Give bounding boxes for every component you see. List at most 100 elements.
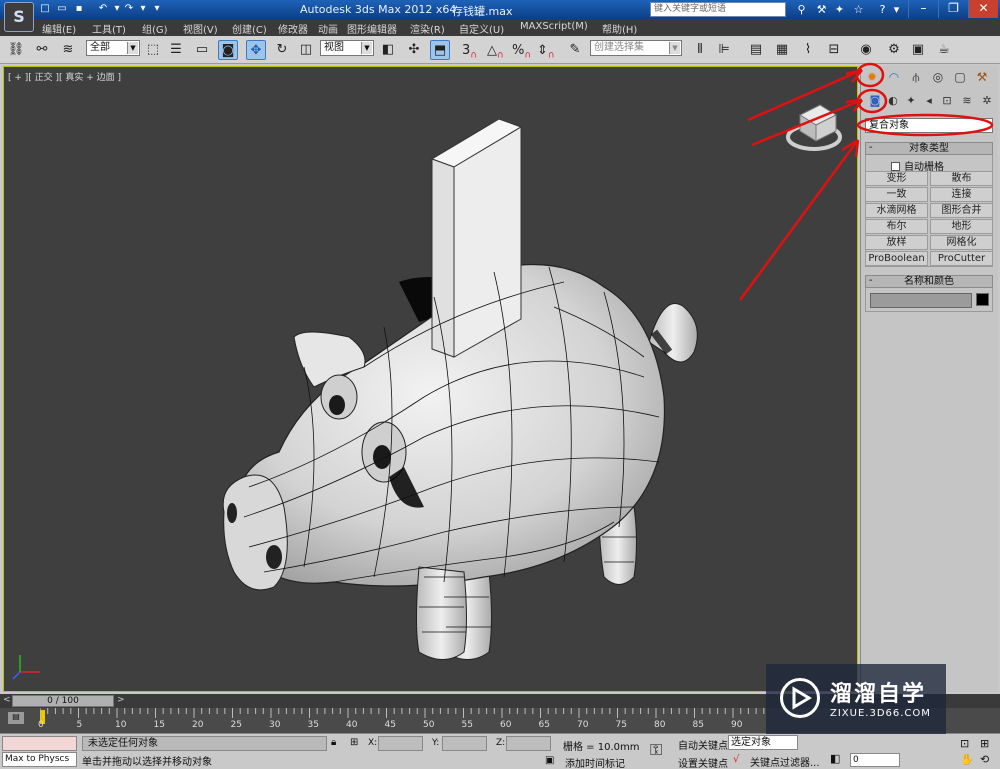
- morph-button[interactable]: 变形: [865, 171, 928, 186]
- conform-button[interactable]: 一致: [865, 187, 928, 202]
- hierarchy-tab-icon[interactable]: ⫛: [907, 69, 925, 86]
- favorites-icon[interactable]: ☆: [851, 2, 866, 17]
- current-frame-input[interactable]: 0: [850, 753, 900, 767]
- snaps-toggle-icon[interactable]: 3∩: [462, 43, 477, 61]
- reference-coord-dropdown[interactable]: 视图 ▼: [320, 40, 374, 56]
- menu-animation[interactable]: 动画: [318, 21, 338, 36]
- percent-snap-icon[interactable]: %∩: [512, 43, 531, 61]
- help-dropdown-icon[interactable]: ▾: [889, 2, 904, 17]
- layer-manager-icon[interactable]: ▤: [746, 40, 766, 60]
- render-setup-icon[interactable]: ⚙: [884, 40, 904, 60]
- maxscript-output[interactable]: Max to Physcs: [2, 752, 77, 767]
- help-icon[interactable]: ?: [875, 2, 890, 17]
- material-editor-icon[interactable]: ◉: [856, 40, 876, 60]
- lights-icon[interactable]: ✦: [903, 93, 919, 108]
- redo-dropdown-icon[interactable]: ▾: [136, 2, 150, 16]
- category-dropdown[interactable]: 复合对象: [865, 118, 993, 133]
- absolute-mode-icon[interactable]: ⊞: [350, 737, 358, 748]
- edit-named-selection-icon[interactable]: ✎: [565, 40, 585, 60]
- time-config-icon[interactable]: ◧: [830, 752, 840, 765]
- menu-create[interactable]: 创建(C): [232, 21, 267, 36]
- minimize-button[interactable]: –: [908, 0, 938, 18]
- cameras-icon[interactable]: ◂: [921, 93, 937, 108]
- modify-tab-icon[interactable]: ◠: [885, 69, 903, 86]
- scatter-button[interactable]: 散布: [930, 171, 993, 186]
- systems-icon[interactable]: ✲: [979, 93, 995, 108]
- menu-modifiers[interactable]: 修改器: [278, 21, 308, 36]
- shapes-icon[interactable]: ◐: [885, 93, 901, 108]
- object-color-swatch[interactable]: [976, 293, 989, 306]
- orbit-icon[interactable]: ⟲: [980, 753, 989, 766]
- connect-button[interactable]: 连接: [930, 187, 993, 202]
- align-icon[interactable]: ⊫: [714, 40, 734, 60]
- menu-maxscript[interactable]: MAXScript(M): [520, 21, 588, 32]
- terrain-button[interactable]: 地形: [930, 219, 993, 234]
- object-type-rollout-title[interactable]: - 对象类型: [865, 142, 993, 155]
- spinner-snap-icon[interactable]: ⇕∩: [537, 43, 555, 61]
- key-filters-button[interactable]: 关键点过滤器...: [750, 754, 820, 769]
- rendered-frame-window-icon[interactable]: ▣: [908, 40, 928, 60]
- menu-rendering[interactable]: 渲染(R): [410, 21, 445, 36]
- binoculars-icon[interactable]: ⚲: [794, 2, 809, 17]
- space-warps-icon[interactable]: ≋: [959, 93, 975, 108]
- select-and-rotate-icon[interactable]: ↻: [272, 40, 292, 60]
- utilities-tab-icon[interactable]: ⚒: [973, 69, 991, 86]
- create-tab-icon[interactable]: ✹: [863, 69, 881, 86]
- help-search-input[interactable]: 键入关键字或短语: [650, 2, 786, 17]
- time-slider-thumb[interactable]: 0 / 100: [12, 695, 114, 707]
- display-tab-icon[interactable]: ▢: [951, 69, 969, 86]
- key-mode-dropdown[interactable]: 选定对象: [728, 735, 798, 750]
- selection-filter-dropdown[interactable]: 全部 ▼: [86, 40, 140, 56]
- menu-views[interactable]: 视图(V): [183, 21, 218, 36]
- window-crossing-icon[interactable]: ◙: [218, 40, 238, 60]
- time-tag-icon[interactable]: ▣: [545, 755, 554, 766]
- set-key-button[interactable]: 设置关键点: [678, 755, 728, 769]
- keyboard-shortcut-override-icon[interactable]: ⬒: [430, 40, 450, 60]
- named-selection-dropdown[interactable]: 创建选择集 ▼: [590, 40, 682, 56]
- open-file-icon[interactable]: ▭: [55, 2, 69, 16]
- undo-icon[interactable]: ↶: [96, 2, 110, 16]
- angle-snap-icon[interactable]: △∩: [487, 43, 504, 61]
- boolean-button[interactable]: 布尔: [865, 219, 928, 234]
- select-and-scale-icon[interactable]: ◫: [296, 40, 316, 60]
- select-and-manipulate-icon[interactable]: ✣: [404, 40, 424, 60]
- procutter-button[interactable]: ProCutter: [930, 251, 993, 266]
- quick-access-menu-icon[interactable]: ▾: [150, 2, 164, 16]
- zoom-extents-icon[interactable]: ⊡: [960, 737, 969, 750]
- mesher-button[interactable]: 网格化: [930, 235, 993, 250]
- curve-icon[interactable]: √: [733, 754, 739, 765]
- x-coord-input[interactable]: [378, 736, 423, 751]
- z-coord-input[interactable]: [506, 736, 551, 751]
- graphite-ribbon-icon[interactable]: ▦: [772, 40, 792, 60]
- mini-curve-editor-icon[interactable]: ▤: [8, 712, 24, 724]
- set-key-icon[interactable]: ⚿: [650, 740, 662, 760]
- y-coord-input[interactable]: [442, 736, 487, 751]
- curve-editor-icon[interactable]: ⌇: [798, 40, 818, 60]
- render-production-icon[interactable]: ☕: [934, 40, 954, 60]
- app-logo-button[interactable]: S: [4, 2, 34, 32]
- menu-edit[interactable]: 编辑(E): [42, 21, 76, 36]
- viewcube-icon[interactable]: [784, 97, 844, 157]
- menu-graph-editors[interactable]: 图形编辑器: [347, 21, 397, 36]
- subscription-icon[interactable]: ⚒: [814, 2, 829, 17]
- bind-space-warp-icon[interactable]: ≋: [58, 40, 78, 60]
- menu-tools[interactable]: 工具(T): [92, 21, 126, 36]
- redo-icon[interactable]: ↷: [122, 2, 136, 16]
- blobmesh-button[interactable]: 水滴网格: [865, 203, 928, 218]
- motion-tab-icon[interactable]: ◎: [929, 69, 947, 86]
- auto-key-button[interactable]: 自动关键点: [678, 737, 728, 752]
- pivot-center-icon[interactable]: ◧: [378, 40, 398, 60]
- pan-icon[interactable]: ✋: [960, 753, 974, 766]
- loft-button[interactable]: 放样: [865, 235, 928, 250]
- maxscript-listener-input[interactable]: [2, 736, 77, 751]
- proboolean-button[interactable]: ProBoolean: [865, 251, 928, 266]
- link-icon[interactable]: ⛓: [6, 40, 26, 60]
- add-time-tag[interactable]: 添加时间标记: [565, 755, 625, 769]
- lock-icon[interactable]: 🔒︎: [331, 737, 336, 748]
- geometry-icon[interactable]: ◙: [867, 93, 883, 108]
- perspective-viewport[interactable]: [ + ][ 正交 ][ 真实 + 边面 ]: [3, 66, 858, 692]
- restore-button[interactable]: ❐: [938, 0, 968, 18]
- select-object-icon[interactable]: ⬚: [143, 40, 163, 60]
- piggy-bank-model[interactable]: [4, 67, 857, 691]
- object-name-field[interactable]: [870, 293, 972, 308]
